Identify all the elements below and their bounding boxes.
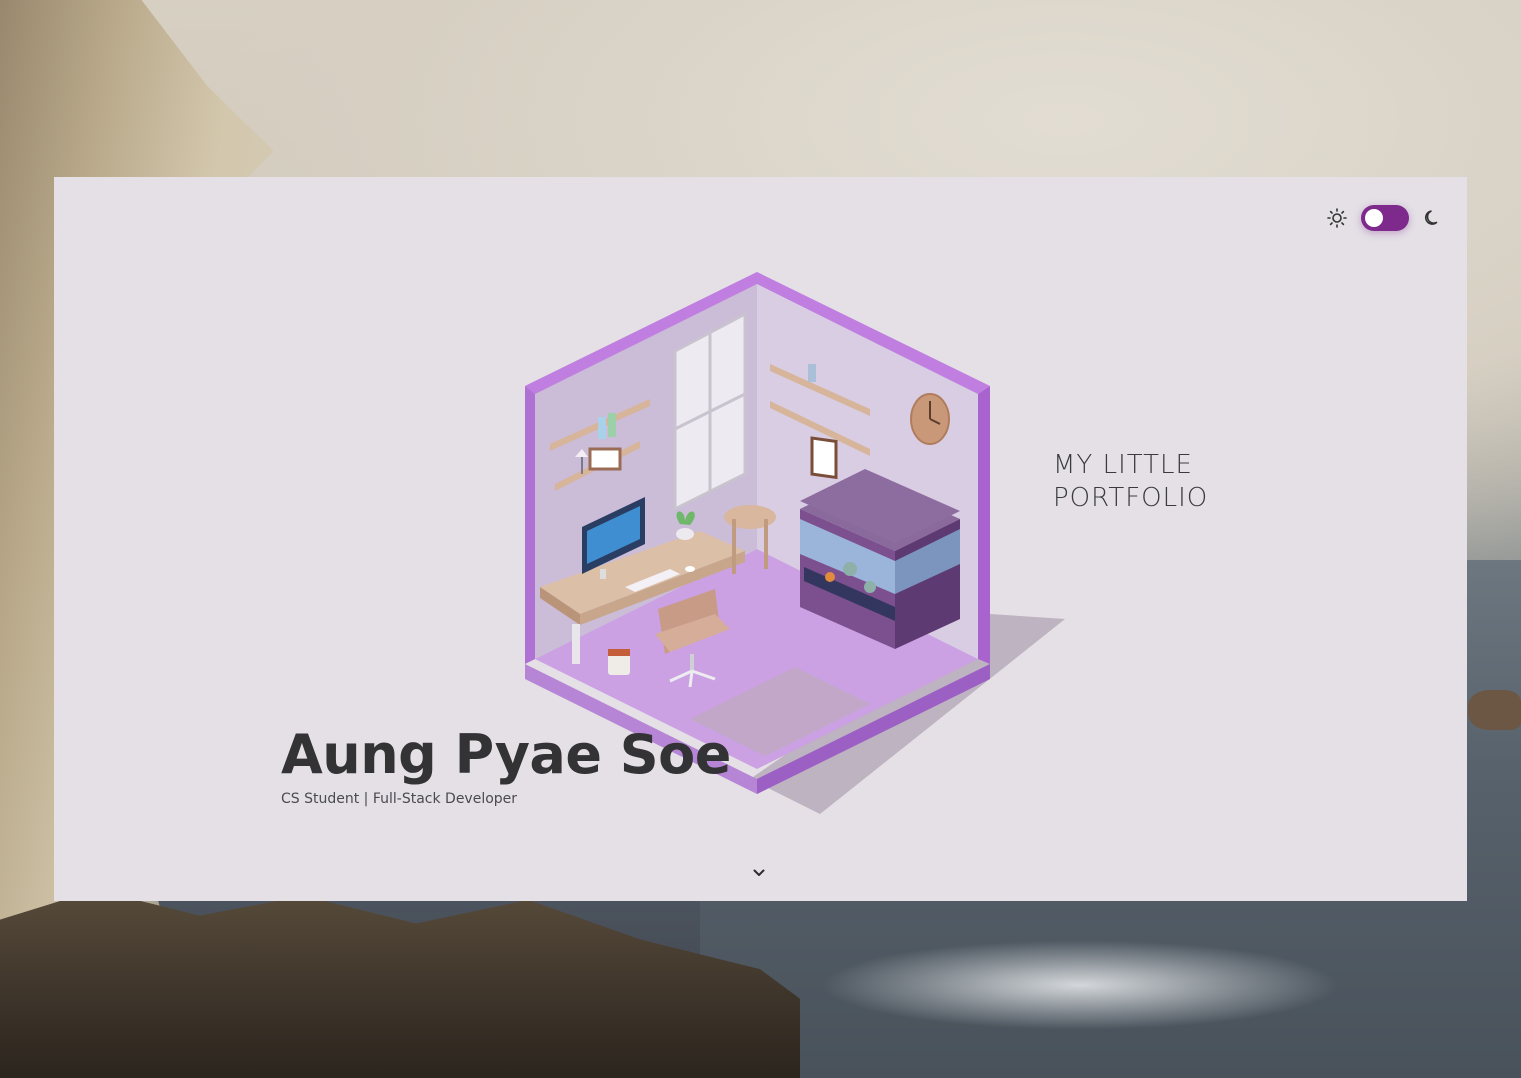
hero-name: Aung Pyae Soe <box>281 723 731 786</box>
hero-subtitle: CS Student | Full-Stack Developer <box>281 791 518 807</box>
portfolio-page: MY LITTLE PORTFOLIO Aung Pyae Soe CS Stu… <box>54 177 1467 901</box>
background-rocks <box>0 889 800 1078</box>
tagline-line-1: MY LITTLE <box>1053 450 1193 480</box>
chevron-down-icon[interactable] <box>751 865 767 881</box>
switch-knob <box>1365 209 1383 227</box>
background-rock <box>1468 690 1521 730</box>
tagline-line-2: PORTFOLIO <box>1053 483 1209 513</box>
portfolio-tagline: MY LITTLE PORTFOLIO <box>1053 449 1293 515</box>
dark-mode-switch[interactable] <box>1361 205 1409 231</box>
background-wave-foam <box>820 940 1340 1030</box>
sun-icon[interactable] <box>1325 206 1349 230</box>
theme-toggle <box>1325 205 1445 231</box>
moon-icon[interactable] <box>1421 206 1445 230</box>
